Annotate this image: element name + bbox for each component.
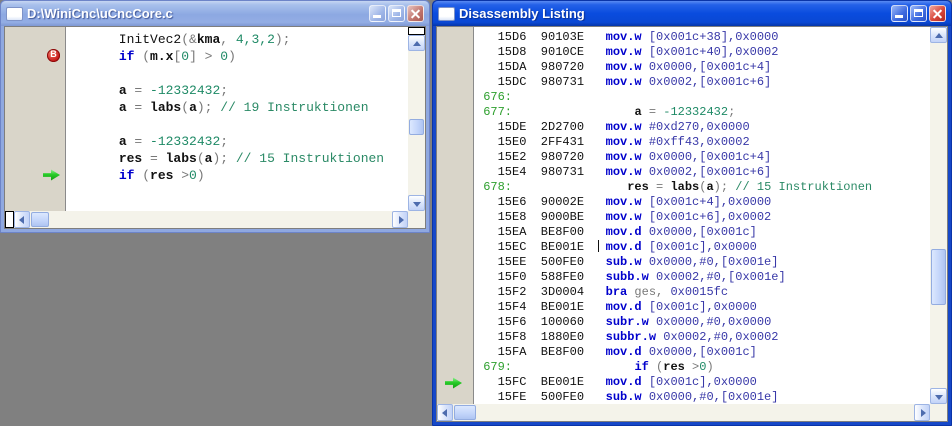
splitter-box[interactable] <box>408 27 425 35</box>
code-line: 15E4 980731 mov.w 0x0002,[0x001c+6] <box>476 165 772 179</box>
down-arrow-icon <box>413 202 421 207</box>
horizontal-scrollbar-thumb[interactable] <box>31 212 49 227</box>
code-line: 15DC 980731 mov.w 0x0002,[0x001c+6] <box>476 75 772 89</box>
window-icon <box>6 6 23 21</box>
scrollbar-corner <box>930 404 947 421</box>
disassembly-window: Disassembly Listing 15D6 90103E mov.w [0… <box>432 0 952 426</box>
editor-breakpoint-gutter[interactable]: B <box>5 27 66 211</box>
scrollbar-corner <box>408 211 425 228</box>
up-arrow-icon <box>935 33 943 38</box>
code-line: 15E6 90002E mov.w [0x001c+4],0x0000 <box>476 195 772 209</box>
window-icon <box>438 6 455 21</box>
disassembly-gutter[interactable] <box>437 27 474 404</box>
window-controls <box>891 5 946 22</box>
disassembly-client-area: 15D6 90103E mov.w [0x001c+38],0x0000 15D… <box>436 26 948 422</box>
disassembly-titlebar[interactable]: Disassembly Listing <box>433 1 951 26</box>
current-statement-arrow-icon <box>445 377 462 389</box>
code-line: a = -12332432; <box>118 134 229 149</box>
window-controls <box>369 5 424 22</box>
code-line: 677: a = -12332432; <box>476 105 736 119</box>
code-line: 15F8 1880E0 subbr.w 0x0002,#0,0x0002 <box>476 330 779 344</box>
maximize-button[interactable] <box>388 5 405 22</box>
editor-horizontal-scrollbar[interactable] <box>5 211 408 228</box>
editor-window: D:\WiniCnc\uCncCore.c B InitVec2(&kma, 4… <box>0 0 430 233</box>
editor-vertical-scrollbar[interactable] <box>408 27 425 211</box>
disassembly-horizontal-scrollbar[interactable] <box>437 404 930 421</box>
code-line: 15FA BE8F00 mov.d 0x0000,[0x001c] <box>476 345 757 359</box>
close-button[interactable] <box>407 5 424 22</box>
code-line: 676: <box>476 90 513 104</box>
code-line: 15EC BE001E mov.d [0x001c],0x0000 <box>476 240 757 254</box>
breakpoint-marker[interactable]: B <box>47 49 60 62</box>
code-line: 15D6 90103E mov.w [0x001c+38],0x0000 <box>476 30 779 44</box>
editor-window-title: D:\WiniCnc\uCncCore.c <box>27 6 173 21</box>
left-arrow-icon <box>19 216 24 224</box>
up-arrow-icon <box>413 41 421 46</box>
code-line: 15FC BE001E mov.d [0x001c],0x0000 <box>476 375 757 389</box>
minimize-button[interactable] <box>891 5 908 22</box>
code-line: 679: if (res >0) <box>476 360 714 374</box>
code-line: 15D8 9010CE mov.w [0x001c+40],0x0002 <box>476 45 779 59</box>
horizontal-scrollbar-thumb[interactable] <box>454 405 476 420</box>
scroll-left-button[interactable] <box>14 211 30 228</box>
disassembly-window-title: Disassembly Listing <box>459 6 585 21</box>
code-line: res = labs(a); // 15 Instruktionen <box>118 151 385 166</box>
code-line: 15FE 500FE0 sub.w 0x0000,#0,[0x001e] <box>476 390 779 404</box>
editor-code-area[interactable]: InitVec2(&kma, 4,3,2); if (m.x[0] > 0) a… <box>66 27 408 211</box>
right-arrow-icon <box>921 409 926 417</box>
pane-split-box[interactable] <box>5 211 14 228</box>
maximize-button[interactable] <box>910 5 927 22</box>
code-line: if (m.x[0] > 0) <box>118 49 236 64</box>
vertical-scrollbar-thumb[interactable] <box>931 249 946 305</box>
code-line: 15F0 588FE0 subb.w 0x0002,#0,[0x001e] <box>476 270 786 284</box>
code-line: 15E0 2FF431 mov.w #0xff43,0x0002 <box>476 135 750 149</box>
code-line: 15F2 3D0004 bra ges, 0x0015fc <box>476 285 729 299</box>
scroll-left-button[interactable] <box>437 404 453 421</box>
disassembly-listing-area[interactable]: 15D6 90103E mov.w [0x001c+38],0x0000 15D… <box>474 27 930 404</box>
code-line: 678: res = labs(a); // 15 Instruktionen <box>476 180 873 194</box>
disassembly-vertical-scrollbar[interactable] <box>930 27 947 404</box>
scroll-down-button[interactable] <box>930 388 947 404</box>
code-line: 15E8 9000BE mov.w [0x001c+6],0x0002 <box>476 210 772 224</box>
code-line: 15EE 500FE0 sub.w 0x0000,#0,[0x001e] <box>476 255 779 269</box>
editor-client-area: B InitVec2(&kma, 4,3,2); if (m.x[0] > 0)… <box>4 26 426 229</box>
scroll-right-button[interactable] <box>392 211 408 228</box>
scroll-up-button[interactable] <box>408 35 425 51</box>
code-line: 15F4 BE001E mov.d [0x001c],0x0000 <box>476 300 757 314</box>
right-arrow-icon <box>399 216 404 224</box>
code-line: a = labs(a); // 19 Instruktionen <box>118 100 369 115</box>
down-arrow-icon <box>935 395 943 400</box>
minimize-button[interactable] <box>369 5 386 22</box>
left-arrow-icon <box>442 409 447 417</box>
scroll-down-button[interactable] <box>408 195 425 211</box>
code-line: 15E2 980720 mov.w 0x0000,[0x001c+4] <box>476 150 772 164</box>
vertical-scrollbar-thumb[interactable] <box>409 119 424 135</box>
code-line: a = -12332432; <box>118 83 229 98</box>
code-line: 15EA BE8F00 mov.d 0x0000,[0x001c] <box>476 225 757 239</box>
current-statement-arrow-icon <box>43 169 60 181</box>
code-line: if (res >0) <box>118 168 205 183</box>
editor-titlebar[interactable]: D:\WiniCnc\uCncCore.c <box>1 1 429 26</box>
scroll-up-button[interactable] <box>930 27 947 43</box>
close-button[interactable] <box>929 5 946 22</box>
code-line: 15F6 100060 subr.w 0x0000,#0,0x0000 <box>476 315 772 329</box>
code-line: InitVec2(&kma, 4,3,2); <box>72 32 291 47</box>
code-line: 15DA 980720 mov.w 0x0000,[0x001c+4] <box>476 60 772 74</box>
code-line: 15DE 2D2700 mov.w #0xd270,0x0000 <box>476 120 750 134</box>
scroll-right-button[interactable] <box>914 404 930 421</box>
